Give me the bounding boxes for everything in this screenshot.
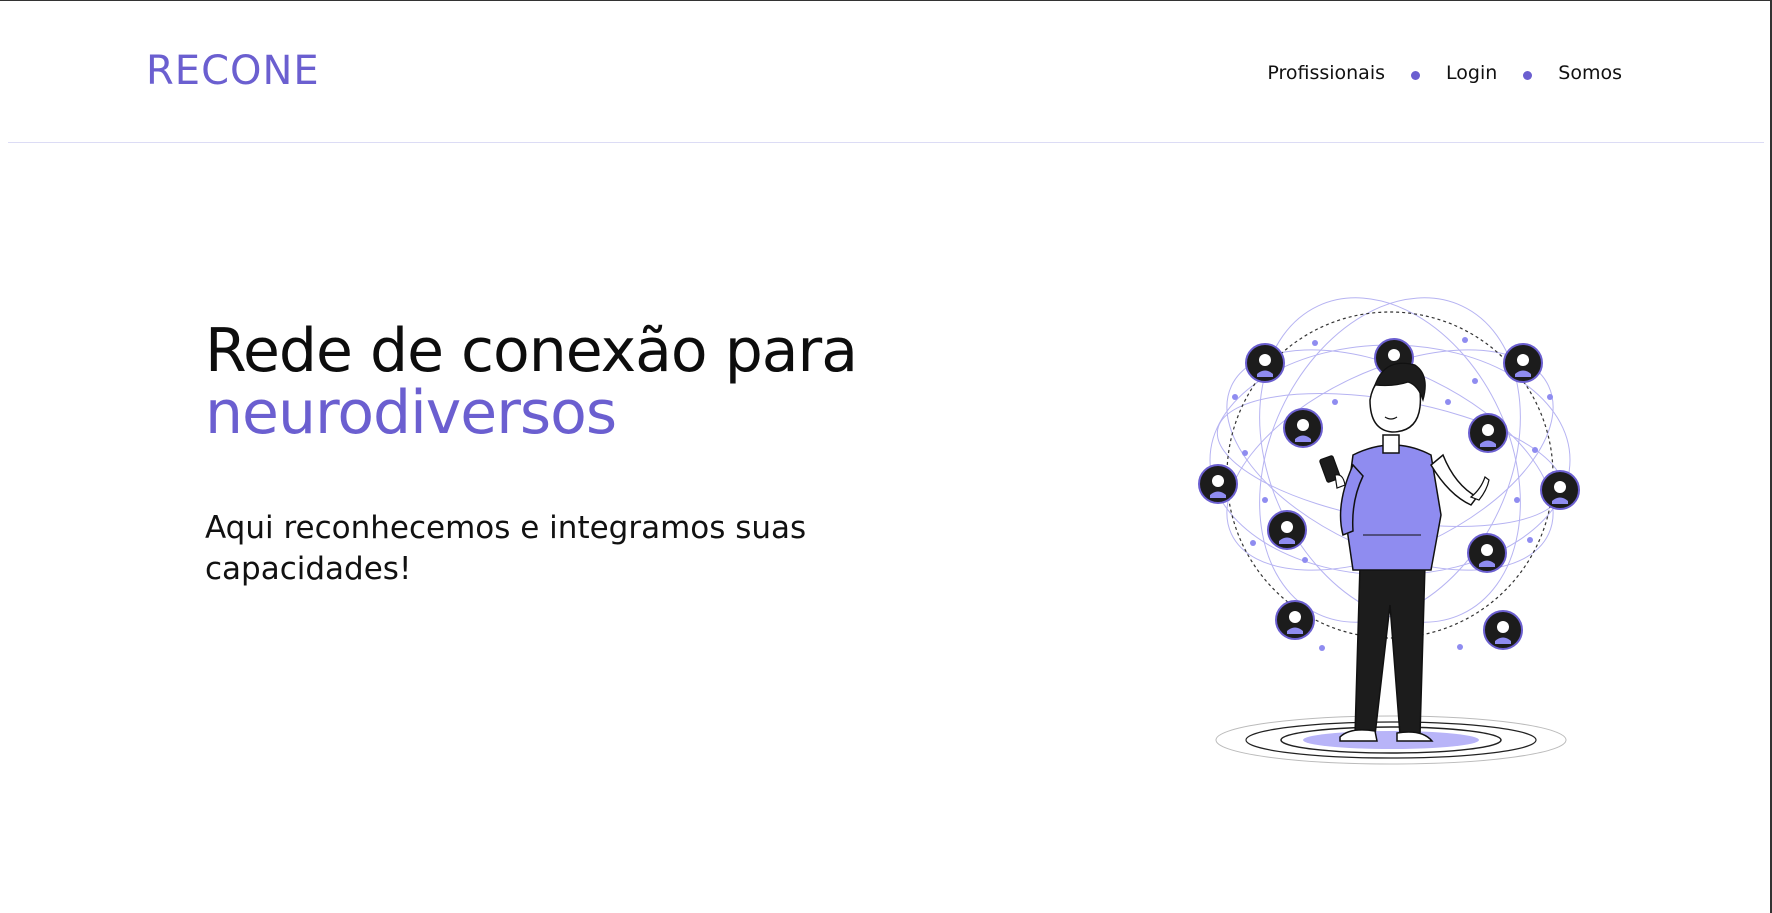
hero-title-accent: neurodiversos	[205, 378, 617, 448]
nav-link-somos[interactable]: Somos	[1558, 62, 1622, 84]
main-nav: Profissionais Login Somos	[1267, 62, 1622, 84]
hero-title: Rede de conexão para neurodiversos	[205, 320, 858, 448]
nav-link-profissionais[interactable]: Profissionais	[1267, 62, 1385, 84]
nav-separator-dot	[1523, 70, 1533, 80]
nav-separator-dot	[1411, 70, 1421, 80]
brand-logo[interactable]: RECONE	[146, 48, 320, 94]
hero-title-line1: Rede de conexão para	[205, 316, 858, 386]
hero-subtitle: Aqui reconhecemos e integramos suas capa…	[205, 510, 807, 587]
nav-link-login[interactable]: Login	[1446, 62, 1497, 84]
person-network-illustration	[1198, 297, 1580, 765]
site-header: RECONE Profissionais Login Somos	[0, 0, 1772, 143]
header-divider	[8, 142, 1764, 143]
